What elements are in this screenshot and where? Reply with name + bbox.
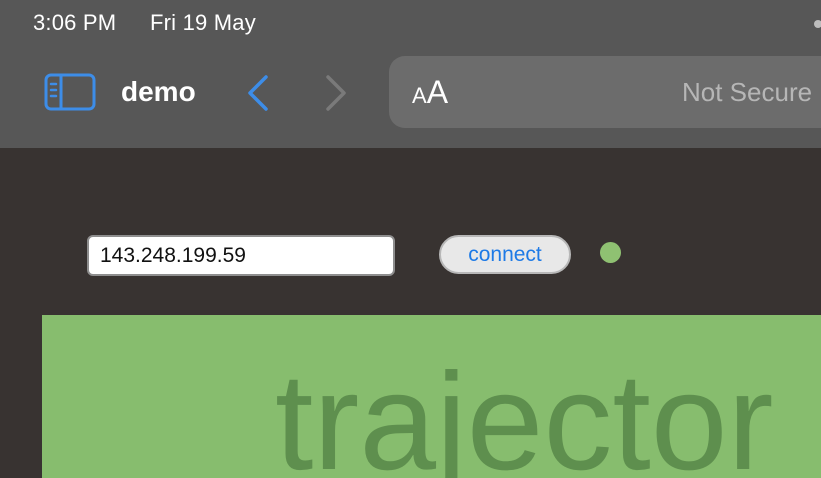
tab-title[interactable]: demo (121, 76, 196, 108)
status-time: 3:06 PM (33, 10, 117, 35)
status-date: Fri 19 May (150, 10, 256, 35)
browser-toolbar: demo AA Not Secure (0, 48, 821, 148)
connect-button[interactable]: connect (439, 235, 571, 274)
sidebar-toggle-button[interactable] (44, 73, 96, 111)
address-bar[interactable]: AA Not Secure (389, 56, 821, 128)
text-size-button[interactable]: AA (412, 74, 448, 114)
security-label: Not Secure (682, 77, 813, 107)
text-size-label-large: A (426, 74, 449, 110)
back-button[interactable] (244, 74, 274, 112)
chevron-left-icon (248, 75, 268, 111)
forward-button[interactable] (322, 74, 352, 112)
connection-status-indicator (600, 242, 621, 263)
multitasking-indicator-icon[interactable] (814, 20, 821, 28)
status-bar: 3:06 PM Fri 19 May (0, 0, 821, 48)
panel-heading: trajector (275, 345, 774, 478)
sidebar-icon (44, 73, 96, 111)
server-address-input[interactable] (87, 235, 395, 276)
trajectory-panel: trajector (42, 315, 821, 478)
chevron-right-icon (326, 75, 346, 111)
text-size-label-small: A (412, 83, 427, 108)
